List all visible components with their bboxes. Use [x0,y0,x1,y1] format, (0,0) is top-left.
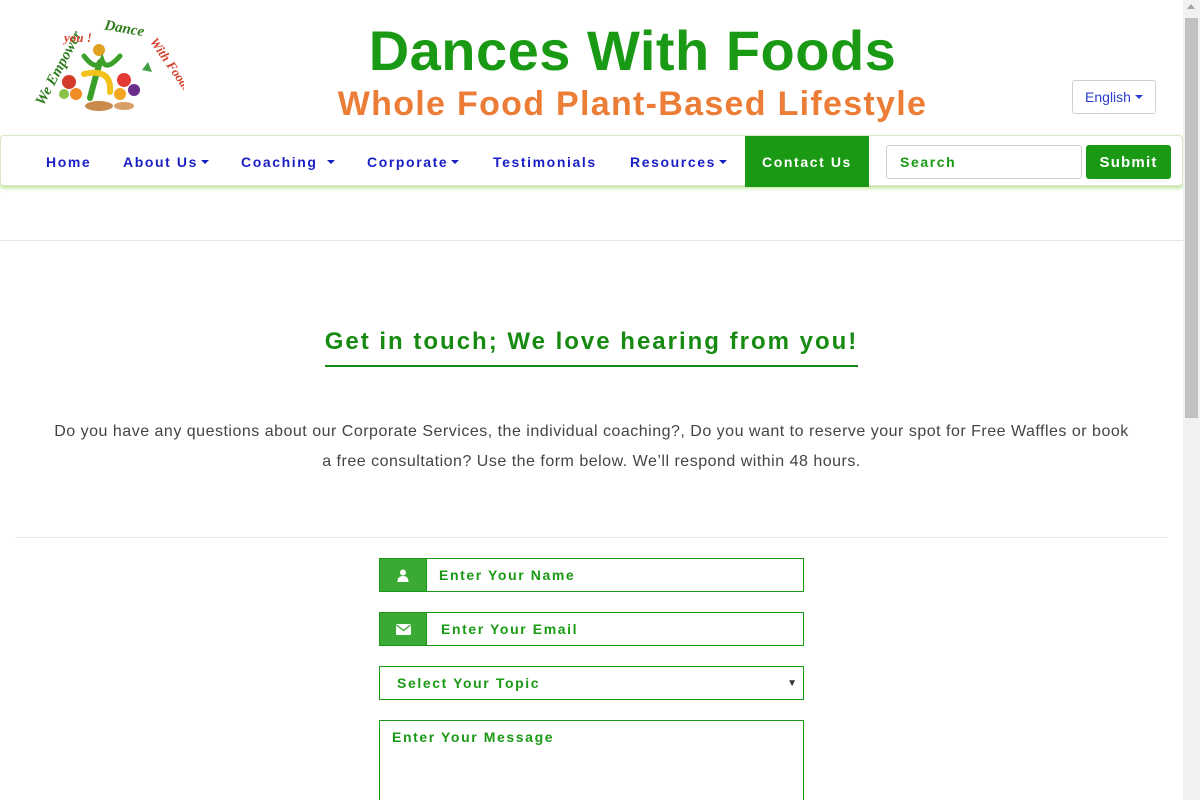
search-submit-button[interactable]: Submit [1086,145,1171,179]
search-input[interactable]: Search [886,145,1082,179]
nav-about-label: About Us [123,153,199,170]
chevron-down-icon [719,159,727,164]
site-title: Dances With Foods [368,19,897,82]
nav-contact-label: Contact Us [762,153,852,170]
nav-testimonials-label: Testimonials [493,153,597,170]
nav-resources-label: Resources [630,153,716,170]
chevron-down-icon [201,159,210,164]
main-navbar: Home About Us Coaching Corporate Testimo… [0,135,1183,187]
dropdown-arrow-icon: ▼ [787,677,797,689]
nav-corporate-label: Corporate [367,153,449,170]
nav-home-label: Home [46,153,92,170]
nav-corporate[interactable]: Corporate [367,136,460,187]
section-divider [0,240,1183,241]
name-field[interactable]: Enter Your Name [379,558,804,592]
name-placeholder: Enter Your Name [439,567,576,583]
message-textarea[interactable]: Enter Your Message [379,720,804,800]
nav-testimonials[interactable]: Testimonials [493,136,597,187]
language-label: English [1085,89,1131,105]
email-field[interactable]: Enter Your Email [379,612,804,646]
scrollbar-thumb[interactable] [1185,18,1198,418]
chevron-down-icon [1134,95,1143,99]
nav-resources[interactable]: Resources [630,136,727,187]
envelope-icon [380,613,427,645]
message-placeholder: Enter Your Message [392,729,555,745]
nav-contact-us[interactable]: Contact Us [745,136,869,187]
nav-coaching-label: Coaching [241,153,318,170]
nav-home[interactable]: Home [46,136,91,187]
scroll-up-icon[interactable] [1187,4,1195,9]
submit-label: Submit [1099,153,1158,171]
contact-heading: Get in touch; We love hearing from you! [0,328,1183,367]
chevron-down-icon [451,159,460,164]
page-scrollbar[interactable] [1183,0,1200,800]
contact-heading-text: Get in touch; We love hearing from you! [324,328,859,367]
topic-select[interactable]: Select Your Topic ▼ [379,666,804,700]
user-icon [380,559,427,591]
site-subtitle: Whole Food Plant-Based Lifestyle [337,85,928,123]
section-divider [15,537,1168,538]
contact-intro: Do you have any questions about our Corp… [54,423,1129,470]
chevron-down-icon [326,159,335,164]
nav-about-us[interactable]: About Us [123,136,210,187]
email-placeholder: Enter Your Email [441,621,579,637]
topic-placeholder: Select Your Topic [397,675,541,691]
search-placeholder: Search [900,154,957,170]
nav-coaching[interactable]: Coaching [241,136,335,187]
language-dropdown[interactable]: English [1072,80,1156,114]
